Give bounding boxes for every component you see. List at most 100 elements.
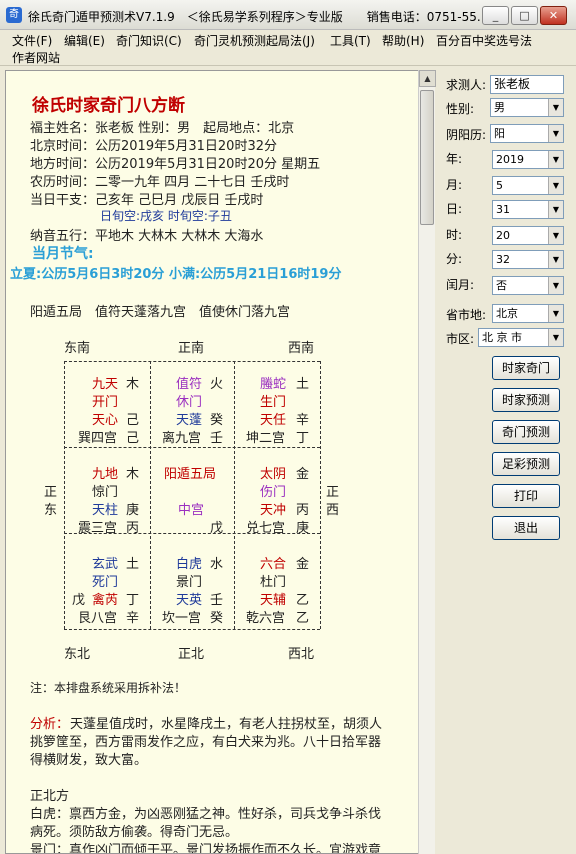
- province-select[interactable]: 北京 ▼: [492, 304, 564, 323]
- year-select[interactable]: 2019 ▼: [492, 150, 564, 169]
- palace-men: 杜门: [260, 575, 287, 590]
- dir-east-1: 正: [44, 485, 58, 500]
- dir-northwest: 西北: [288, 647, 315, 662]
- analysis-label: 分析：: [30, 717, 70, 732]
- palace-gong-gan: 己: [126, 431, 140, 446]
- shijia-forecast-button[interactable]: 时家预测: [492, 388, 560, 412]
- analysis-text: 天蓬星值戌时，水星降戌土，有老人拄拐杖至，胡须人: [70, 717, 383, 732]
- report-panel: 徐氏时家奇门八方断 福主姓名：张老板 性别：男 起局地点：北京 北京时间：公历2…: [5, 70, 435, 854]
- scroll-thumb[interactable]: [420, 90, 434, 225]
- info-line: 北京时间：公历2019年5月31日20时32分: [30, 139, 277, 154]
- gender-value: 男: [494, 101, 505, 114]
- hour-select[interactable]: 20 ▼: [492, 226, 564, 245]
- palace-gong: 坤二宫: [246, 431, 286, 446]
- chevron-down-icon: ▼: [548, 305, 563, 322]
- palace-xing-gan: 丙: [296, 503, 310, 518]
- hour-label: 时:: [446, 228, 463, 242]
- palace-shen-element: 木: [126, 467, 140, 482]
- palace-shen-element: 水: [210, 557, 224, 572]
- palace-shen: 九地: [92, 467, 119, 482]
- palace-xing-gan: 壬: [210, 593, 224, 608]
- palace-men: 生门: [260, 395, 287, 410]
- day-value: 31: [496, 203, 510, 216]
- dir-north: 正北: [178, 647, 205, 662]
- leap-value: 否: [496, 279, 507, 292]
- name-field[interactable]: 张老板: [490, 75, 564, 94]
- menu-tools[interactable]: 工具(T): [330, 32, 371, 49]
- city-label: 市区:: [446, 332, 475, 346]
- menu-lottery[interactable]: 百分百中奖选号法: [436, 32, 532, 49]
- dir-northeast: 东北: [64, 647, 91, 662]
- palace-shen: 白虎: [176, 557, 203, 572]
- chevron-down-icon: ▼: [548, 99, 563, 116]
- palace-men: 死门: [92, 575, 119, 590]
- menu-edit[interactable]: 编辑(E): [64, 32, 105, 49]
- menu-knowledge[interactable]: 奇门知识(C): [116, 32, 182, 49]
- palace-xing: 天蓬: [176, 413, 203, 428]
- menu-method[interactable]: 奇门灵机预测起局法(J): [194, 32, 315, 49]
- palace-shen-element: 木: [126, 377, 140, 392]
- jingmen-text: 景门：真作凶门而倾干平。景门发扬振作而不久长。宜游戏竟: [30, 843, 382, 854]
- scroll-up-icon[interactable]: ▲: [419, 70, 436, 87]
- chevron-down-icon: ▼: [548, 329, 563, 346]
- analysis-text: 挑箩筐至，西方雷雨发作之应，有白犬来为兆。八十日拾军器: [30, 735, 382, 750]
- exit-button[interactable]: 退出: [492, 516, 560, 540]
- day-select[interactable]: 31 ▼: [492, 200, 564, 219]
- chevron-down-icon: ▼: [548, 227, 563, 244]
- qimen-forecast-button[interactable]: 奇门预测: [492, 420, 560, 444]
- direction-title: 正北方: [30, 789, 70, 804]
- palace-shen-element: 土: [296, 377, 310, 392]
- palace-gong-gan: 庚: [296, 521, 310, 536]
- palace-shen: 值符: [176, 377, 203, 392]
- menu-author-site[interactable]: 作者网站: [12, 49, 60, 66]
- lottery-forecast-button[interactable]: 足彩预测: [492, 452, 560, 476]
- info-line: 福主姓名：张老板 性别：男 起局地点：北京: [30, 121, 295, 136]
- report-scrollbar[interactable]: ▲: [418, 70, 436, 854]
- print-button[interactable]: 打印: [492, 484, 560, 508]
- palace-xing-gan: 辛: [296, 413, 310, 428]
- palace-shen: 螣蛇: [260, 377, 287, 392]
- menu-file[interactable]: 文件(F): [12, 32, 52, 49]
- gender-select[interactable]: 男 ▼: [490, 98, 564, 117]
- palace-xing: 天心: [92, 413, 119, 428]
- palace-extra-gan: 戊: [72, 593, 86, 608]
- chevron-down-icon: ▼: [548, 251, 563, 268]
- palace-shen: 六合: [260, 557, 287, 572]
- chevron-down-icon: ▼: [548, 151, 563, 168]
- grid-line: [64, 629, 320, 630]
- palace-xing-gan: 庚: [126, 503, 140, 518]
- palace-xing-gan: 乙: [296, 593, 310, 608]
- month-select[interactable]: 5 ▼: [492, 176, 564, 195]
- report-heading: 徐氏时家奇门八方断: [32, 96, 185, 116]
- close-button[interactable]: ✕: [540, 6, 567, 25]
- year-value: 2019: [496, 153, 524, 166]
- city-select[interactable]: 北 京 市 ▼: [478, 328, 564, 347]
- calendar-value: 阳: [494, 127, 505, 140]
- calendar-select[interactable]: 阳 ▼: [490, 124, 564, 143]
- palace-men: 开门: [92, 395, 119, 410]
- province-value: 北京: [496, 307, 518, 320]
- chevron-down-icon: ▼: [548, 277, 563, 294]
- palace-xing: 禽芮: [92, 593, 119, 608]
- dir-east-2: 东: [44, 503, 58, 518]
- grid-line: [64, 361, 320, 362]
- leap-label: 闰月:: [446, 278, 475, 292]
- shijia-qimen-button[interactable]: 时家奇门: [492, 356, 560, 380]
- jieqi-title: 当月节气:: [32, 246, 94, 262]
- leap-select[interactable]: 否 ▼: [492, 276, 564, 295]
- palace-men: 景门: [176, 575, 203, 590]
- palace-men: 惊门: [92, 485, 119, 500]
- xunkong-line: 日旬空:戌亥 时旬空:子丑: [100, 209, 232, 223]
- grid-line: [150, 361, 151, 629]
- method-note: 注：本排盘系统采用拆补法！: [30, 681, 187, 695]
- app-icon: 奇: [6, 7, 22, 23]
- menu-help[interactable]: 帮助(H): [382, 32, 424, 49]
- maximize-button[interactable]: □: [511, 6, 538, 25]
- menu-bar: 文件(F) 编辑(E) 奇门知识(C) 奇门灵机预测起局法(J) 工具(T) 帮…: [0, 30, 576, 66]
- palace-xing: 天辅: [260, 593, 287, 608]
- dir-southeast: 东南: [64, 341, 91, 356]
- minute-value: 32: [496, 253, 510, 266]
- input-panel: 求测人: 张老板 性别: 男 ▼ 阴阳历: 阳 ▼ 年: 2019 ▼ 月: 5 ▼ 日…: [440, 70, 576, 854]
- minimize-button[interactable]: _: [482, 6, 509, 25]
- minute-select[interactable]: 32 ▼: [492, 250, 564, 269]
